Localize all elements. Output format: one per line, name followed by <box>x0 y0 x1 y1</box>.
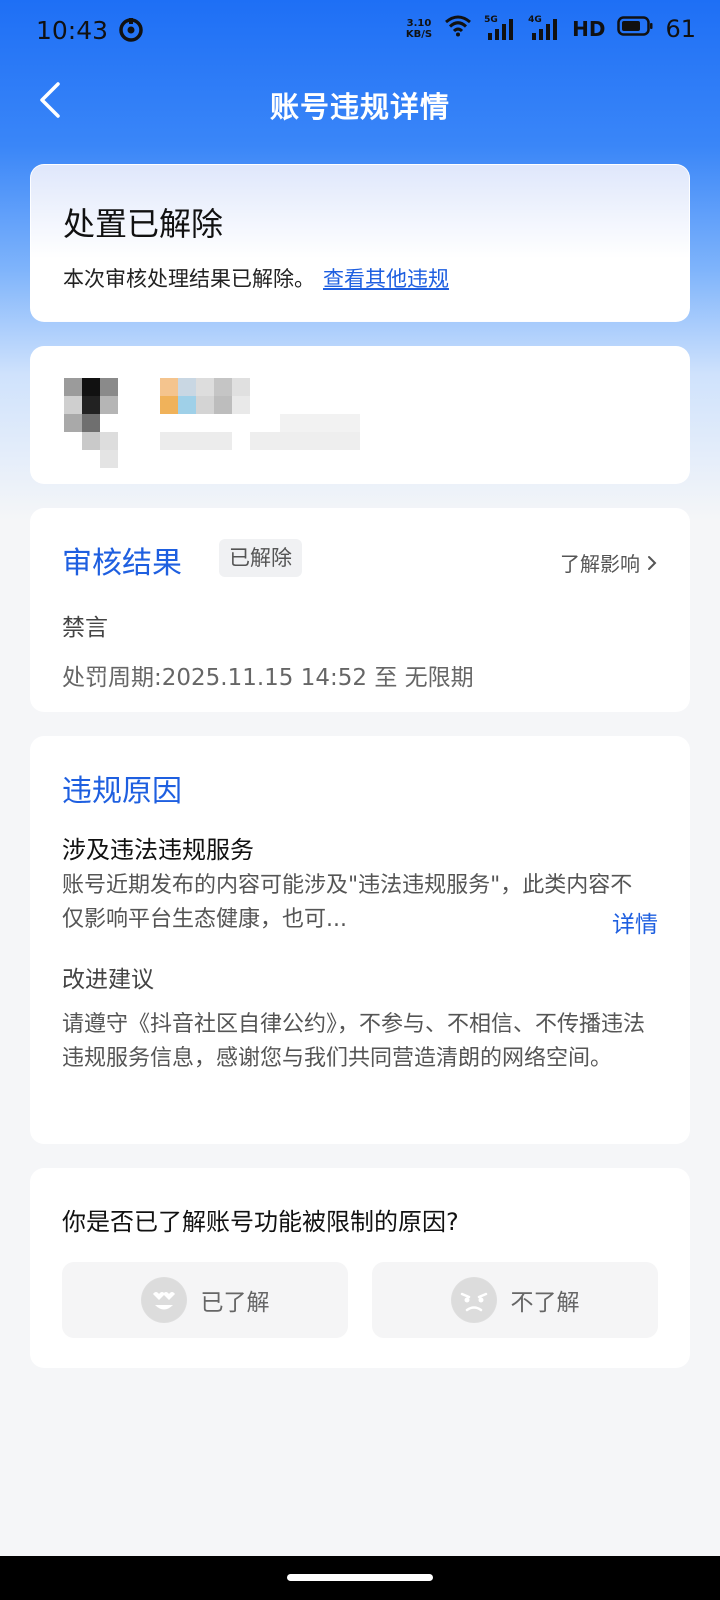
navigation-bar <box>0 1556 720 1600</box>
suggestion-title: 改进建议 <box>62 967 154 993</box>
net-speed: 3.10 KB/S <box>406 18 432 40</box>
violation-type: 涉及违法违规服务 <box>62 836 254 864</box>
status-icons: 3.10 KB/S 5G 4G HD 61 <box>406 14 696 43</box>
net-speed-value: 3.10 <box>406 17 432 29</box>
violation-reason-card: 违规原因 涉及违法违规服务 账号近期发布的内容可能涉及"违法违规服务"，此类内容… <box>30 736 690 1144</box>
battery-level: 61 <box>665 14 696 43</box>
battery-icon <box>617 14 653 43</box>
user-info-card <box>30 346 690 484</box>
details-link[interactable]: 详情 <box>612 905 658 939</box>
review-result-card: 审核结果 已解除 了解影响 禁言 处罚周期:2025.11.15 14:52 至… <box>30 508 690 712</box>
net-speed-unit: KB/S <box>405 28 433 40</box>
network-5g-label: 5G <box>484 14 498 25</box>
understood-button[interactable]: 已了解 <box>62 1262 348 1338</box>
home-indicator[interactable] <box>287 1574 433 1581</box>
username <box>160 378 380 450</box>
signal-4g-icon: 4G <box>528 14 560 41</box>
learn-impact-label: 了解影响 <box>560 552 640 576</box>
learn-impact-link[interactable]: 了解影响 <box>560 548 658 577</box>
network-4g-label: 4G <box>528 14 542 25</box>
status-title: 处置已解除 <box>63 205 224 243</box>
not-understood-label: 不了解 <box>510 1290 580 1316</box>
confused-face-icon <box>450 1277 497 1323</box>
understood-label: 已了解 <box>200 1290 270 1316</box>
notification-app-icon <box>118 17 144 49</box>
page-title: 账号违规详情 <box>269 90 450 124</box>
not-understood-button[interactable]: 不了解 <box>372 1262 658 1338</box>
status-bar: 10:43 3.10 KB/S 5G 4G HD 61 <box>0 0 720 62</box>
heart-eyes-face-icon <box>140 1277 187 1323</box>
hd-label: HD <box>572 16 606 41</box>
status-badge: 已解除 <box>219 539 302 577</box>
feedback-card: 你是否已了解账号功能被限制的原因? 已了解 不了解 <box>30 1168 690 1368</box>
view-other-violations-link[interactable]: 查看其他违规 <box>323 267 449 291</box>
status-card: 处置已解除 本次审核处理结果已解除。 查看其他违规 <box>30 164 690 322</box>
nav-bar: 账号违规详情 <box>0 66 720 136</box>
wifi-icon <box>444 14 472 43</box>
avatar <box>64 378 136 468</box>
feedback-question: 你是否已了解账号功能被限制的原因? <box>62 1208 459 1236</box>
status-desc-text: 本次审核处理结果已解除。 <box>63 267 315 291</box>
suggestion-text: 请遵守《抖音社区自律公约》，不参与、不相信、不传播违法违规服务信息，感谢您与我们… <box>62 1012 646 1071</box>
violation-description: 账号近期发布的内容可能涉及"违法违规服务"，此类内容不仅影响平台生态健康，也可.… <box>62 873 633 932</box>
penalty-type: 禁言 <box>62 615 108 641</box>
review-result-title: 审核结果 <box>62 546 182 581</box>
signal-5g-icon: 5G <box>484 14 516 41</box>
status-description: 本次审核处理结果已解除。 查看其他违规 <box>63 263 449 293</box>
chevron-right-icon <box>648 555 657 570</box>
status-time: 10:43 <box>36 16 109 45</box>
penalty-period: 处罚周期:2025.11.15 14:52 至 无限期 <box>62 665 474 691</box>
violation-reason-title: 违规原因 <box>62 774 182 809</box>
